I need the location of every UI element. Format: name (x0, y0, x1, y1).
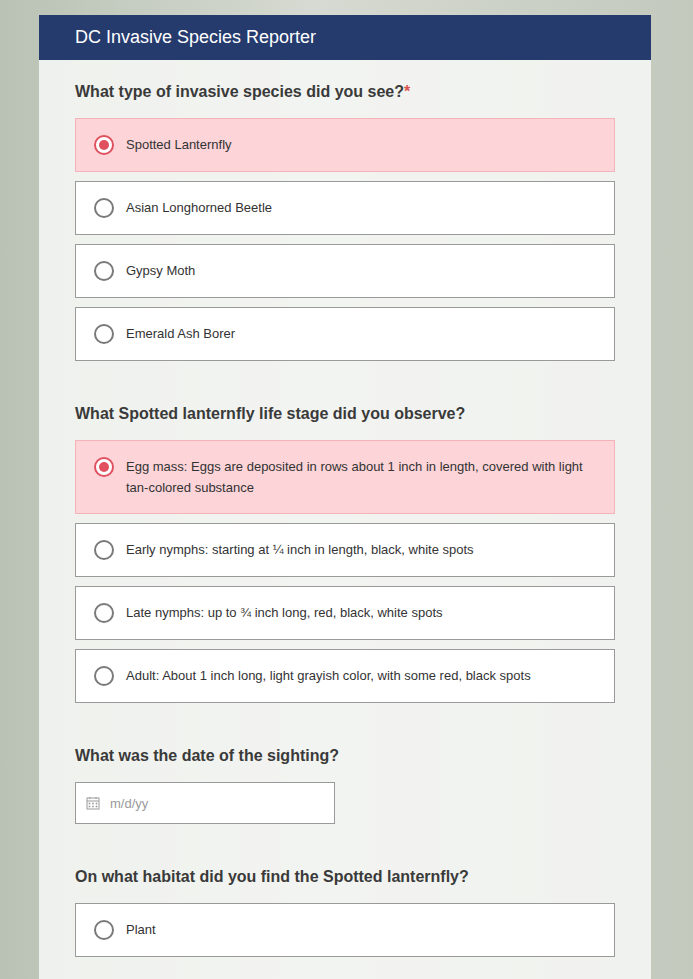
question: What type of invasive species did you se… (75, 82, 615, 361)
option-list: Spotted Lanternfly Asian Longhorned Beetl… (75, 118, 615, 361)
radio-option[interactable]: Asian Longhorned Beetle (75, 181, 615, 235)
question-label: On what habitat did you find the Spotted… (75, 867, 615, 887)
radio-option[interactable]: Plant (75, 903, 615, 957)
radio-icon[interactable] (94, 540, 114, 560)
question: What was the date of the sighting? (75, 746, 615, 824)
option-label: Asian Longhorned Beetle (126, 197, 272, 218)
calendar-icon (86, 796, 100, 810)
question: On what habitat did you find the Spotted… (75, 867, 615, 957)
date-input[interactable] (108, 795, 324, 812)
radio-option[interactable]: Adult: About 1 inch long, light grayish … (75, 649, 615, 703)
radio-option[interactable]: Egg mass: Eggs are deposited in rows abo… (75, 440, 615, 514)
radio-icon[interactable] (94, 324, 114, 344)
question-label: What Spotted lanternfly life stage did y… (75, 404, 615, 424)
required-mark: * (404, 83, 410, 100)
radio-icon[interactable] (94, 666, 114, 686)
option-label: Late nymphs: up to ¾ inch long, red, bla… (126, 602, 443, 623)
question-label: What type of invasive species did you se… (75, 82, 615, 102)
option-label: Gypsy Moth (126, 260, 195, 281)
radio-option[interactable]: Emerald Ash Borer (75, 307, 615, 361)
radio-icon[interactable] (94, 261, 114, 281)
radio-icon[interactable] (94, 135, 114, 155)
date-field[interactable] (75, 782, 335, 824)
radio-icon[interactable] (94, 198, 114, 218)
option-label: Spotted Lanternfly (126, 134, 232, 155)
option-list: Egg mass: Eggs are deposited in rows abo… (75, 440, 615, 703)
form-card: DC Invasive Species Reporter What type of… (39, 15, 651, 979)
radio-option[interactable]: Early nymphs: starting at ¼ inch in leng… (75, 523, 615, 577)
radio-icon[interactable] (94, 457, 114, 477)
radio-option[interactable]: Late nymphs: up to ¾ inch long, red, bla… (75, 586, 615, 640)
option-label: Plant (126, 919, 156, 940)
option-label: Emerald Ash Borer (126, 323, 235, 344)
radio-dot-icon (99, 140, 109, 150)
form-header: DC Invasive Species Reporter (39, 15, 651, 60)
page: DC Invasive Species Reporter What type of… (0, 0, 693, 979)
option-label: Adult: About 1 inch long, light grayish … (126, 665, 531, 686)
option-label: Egg mass: Eggs are deposited in rows abo… (126, 456, 598, 498)
question-label: What was the date of the sighting? (75, 746, 615, 766)
radio-option[interactable]: Gypsy Moth (75, 244, 615, 298)
question: What Spotted lanternfly life stage did y… (75, 404, 615, 703)
radio-icon[interactable] (94, 603, 114, 623)
form-body: What type of invasive species did you se… (39, 60, 651, 979)
option-label: Early nymphs: starting at ¼ inch in leng… (126, 539, 474, 560)
option-list: Plant (75, 903, 615, 957)
radio-option[interactable]: Spotted Lanternfly (75, 118, 615, 172)
radio-dot-icon (99, 462, 109, 472)
radio-icon[interactable] (94, 920, 114, 940)
